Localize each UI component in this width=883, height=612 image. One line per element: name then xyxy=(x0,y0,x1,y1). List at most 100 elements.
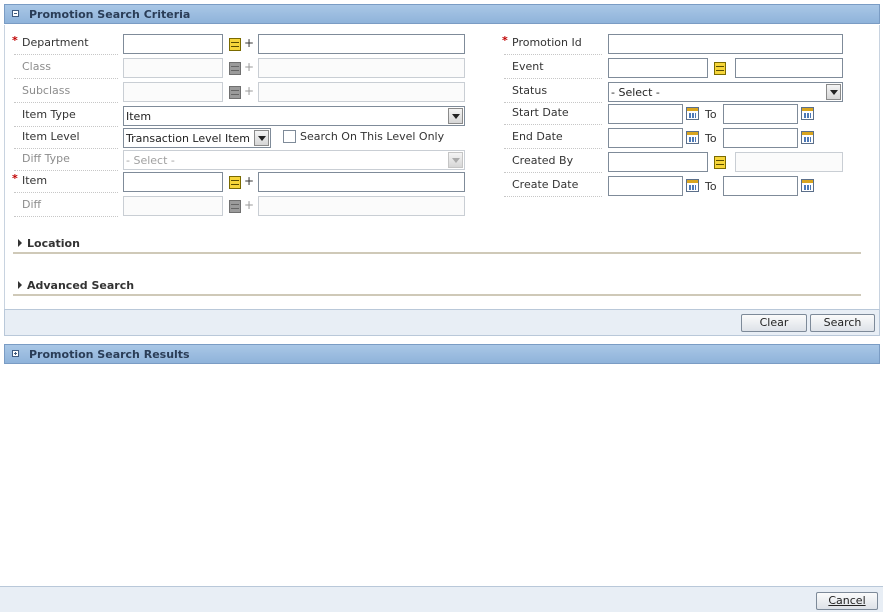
divider xyxy=(14,126,118,127)
status-label: Status xyxy=(512,84,548,97)
class-input[interactable] xyxy=(123,58,223,78)
item-type-select[interactable]: Item xyxy=(123,106,465,126)
class-description-field xyxy=(258,58,465,78)
calendar-icon[interactable] xyxy=(686,131,699,144)
department-description-field xyxy=(258,34,465,54)
page-footer xyxy=(0,586,883,612)
chevron-down-icon[interactable] xyxy=(254,130,269,146)
triangle-right-icon[interactable] xyxy=(18,281,22,289)
promotion-id-label: Promotion Id xyxy=(512,36,582,49)
calendar-icon[interactable] xyxy=(686,179,699,192)
start-date-from-input[interactable] xyxy=(608,104,683,124)
cancel-button-label: Cancel xyxy=(828,594,866,607)
department-input[interactable] xyxy=(123,34,223,54)
plus-icon: + xyxy=(244,198,255,212)
triangle-right-icon[interactable] xyxy=(18,239,22,247)
create-date-to-input[interactable] xyxy=(723,176,798,196)
department-label: Department xyxy=(22,36,89,49)
end-date-from-input[interactable] xyxy=(608,128,683,148)
item-description-field xyxy=(258,172,465,192)
item-level-select[interactable]: Transaction Level Item xyxy=(123,128,271,148)
divider xyxy=(504,124,602,125)
class-lov-icon[interactable] xyxy=(229,62,241,75)
divider xyxy=(504,54,602,55)
collapse-icon[interactable] xyxy=(12,10,19,17)
plus-icon: + xyxy=(244,36,255,50)
promotion-id-input[interactable] xyxy=(608,34,843,54)
diff-input[interactable] xyxy=(123,196,223,216)
results-panel-header[interactable]: Promotion Search Results xyxy=(4,344,880,364)
item-label: Item xyxy=(22,174,48,187)
event-input[interactable] xyxy=(608,58,708,78)
location-section-toggle[interactable]: Location xyxy=(27,237,80,250)
start-date-label: Start Date xyxy=(512,106,569,119)
plus-icon: + xyxy=(244,174,255,188)
calendar-icon[interactable] xyxy=(686,107,699,120)
calendar-icon[interactable] xyxy=(801,179,814,192)
department-lov-icon[interactable] xyxy=(229,38,241,51)
item-type-value: Item xyxy=(126,110,152,123)
results-panel-title: Promotion Search Results xyxy=(29,348,190,361)
end-date-to-label: To xyxy=(705,132,717,145)
divider xyxy=(504,148,602,149)
plus-icon: + xyxy=(244,84,255,98)
divider xyxy=(504,172,602,173)
diff-type-label: Diff Type xyxy=(22,152,70,165)
chevron-down-icon[interactable] xyxy=(826,84,841,100)
diff-type-value: - Select - xyxy=(126,154,175,167)
status-select[interactable]: - Select - xyxy=(608,82,843,102)
chevron-down-icon[interactable] xyxy=(448,152,463,168)
event-lov-icon[interactable] xyxy=(714,62,726,75)
end-date-label: End Date xyxy=(512,130,563,143)
search-on-level-label: Search On This Level Only xyxy=(300,130,445,143)
chevron-down-icon[interactable] xyxy=(448,108,463,124)
clear-button[interactable]: Clear xyxy=(741,314,807,332)
create-date-label: Create Date xyxy=(512,178,579,191)
item-type-label: Item Type xyxy=(22,108,76,121)
divider xyxy=(504,196,602,197)
calendar-icon[interactable] xyxy=(801,131,814,144)
create-date-from-input[interactable] xyxy=(608,176,683,196)
required-marker: * xyxy=(12,172,18,185)
diff-label: Diff xyxy=(22,198,42,211)
diff-description-field xyxy=(258,196,465,216)
item-input[interactable] xyxy=(123,172,223,192)
criteria-panel-header[interactable]: Promotion Search Criteria xyxy=(4,4,880,24)
divider xyxy=(14,78,118,79)
event-description-field xyxy=(735,58,843,78)
status-value: - Select - xyxy=(611,86,660,99)
created-by-label: Created By xyxy=(512,154,574,167)
divider xyxy=(14,54,118,55)
section-divider xyxy=(13,252,861,254)
required-marker: * xyxy=(502,34,508,47)
search-on-level-checkbox[interactable] xyxy=(283,130,296,143)
subclass-label: Subclass xyxy=(22,84,71,97)
divider xyxy=(14,102,118,103)
divider xyxy=(14,148,118,149)
create-date-to-label: To xyxy=(705,180,717,193)
advanced-search-section-toggle[interactable]: Advanced Search xyxy=(27,279,134,292)
expand-icon[interactable] xyxy=(12,350,19,357)
start-date-to-input[interactable] xyxy=(723,104,798,124)
criteria-panel-title: Promotion Search Criteria xyxy=(29,8,191,21)
diff-lov-icon[interactable] xyxy=(229,200,241,213)
divider xyxy=(14,216,118,217)
item-lov-icon[interactable] xyxy=(229,176,241,189)
class-label: Class xyxy=(22,60,51,73)
calendar-icon[interactable] xyxy=(801,107,814,120)
divider xyxy=(14,170,118,171)
diff-type-select[interactable]: - Select - xyxy=(123,150,465,170)
cancel-button[interactable]: Cancel xyxy=(816,592,878,610)
subclass-input[interactable] xyxy=(123,82,223,102)
subclass-lov-icon[interactable] xyxy=(229,86,241,99)
section-divider xyxy=(13,294,861,296)
item-level-value: Transaction Level Item xyxy=(126,132,250,145)
end-date-to-input[interactable] xyxy=(723,128,798,148)
divider xyxy=(14,192,118,193)
created-by-input[interactable] xyxy=(608,152,708,172)
divider xyxy=(504,78,602,79)
search-button[interactable]: Search xyxy=(810,314,875,332)
plus-icon: + xyxy=(244,60,255,74)
start-date-to-label: To xyxy=(705,108,717,121)
created-by-lov-icon[interactable] xyxy=(714,156,726,169)
